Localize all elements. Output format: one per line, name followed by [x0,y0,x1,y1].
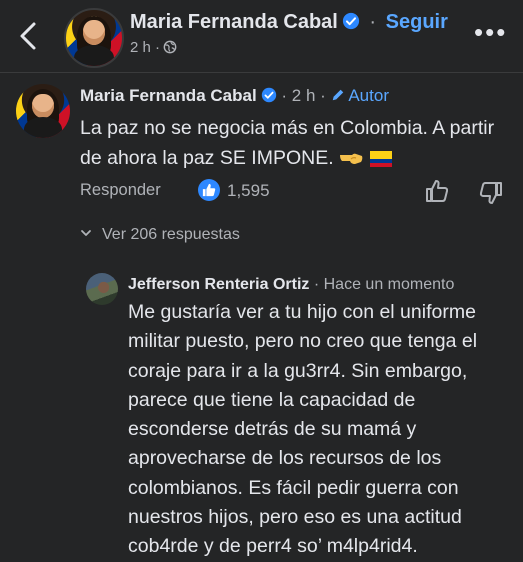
view-replies-button[interactable]: Ver 206 respuestas [80,226,240,244]
reply-button[interactable]: Responder [80,181,161,200]
back-button[interactable] [14,18,44,54]
thumbs-down-button[interactable] [478,180,504,206]
post-timestamp: 2 h · [130,39,177,56]
more-options-button[interactable]: ••• [474,19,507,45]
reply-header: Jefferson Renteria Ortiz · Hace un momen… [128,276,454,294]
header-title: Maria Fernanda Cabal · Seguir [130,11,448,34]
reply-text: Me gustaría ver a tu hijo con el uniform… [128,301,478,558]
reply-author-name[interactable]: Jefferson Renteria Ortiz [128,276,309,293]
colombia-flag-emoji [370,151,393,167]
post-time: 2 h · [130,39,161,56]
reply-time: · Hace un momento [313,276,455,293]
view-replies-label: Ver 206 respuestas [102,226,240,243]
follow-button[interactable]: Seguir [386,11,448,33]
author-badge: Autor [331,86,389,105]
globe-icon [163,40,177,54]
comment-avatar[interactable] [16,84,70,138]
separator: · [369,11,377,33]
pointing-hand-emoji [340,153,363,164]
author-avatar[interactable] [64,8,124,68]
chevron-down-icon [81,230,91,236]
thumbs-up-button[interactable] [424,178,450,204]
comment-author-name[interactable]: Maria Fernanda Cabal [80,86,257,105]
like-icon [202,183,216,197]
verified-badge-icon [342,12,359,30]
author-name[interactable]: Maria Fernanda Cabal [130,11,338,33]
comment-body: La paz no se negocia más en Colombia. A … [80,117,495,169]
verified-badge-icon [261,87,276,103]
pencil-icon [332,89,343,101]
like-reaction-badge[interactable] [198,179,220,201]
reaction-count[interactable]: 1,595 [227,181,270,201]
comment-header: Maria Fernanda Cabal · 2 h · Autor [80,86,389,106]
reply-avatar[interactable] [86,273,118,305]
thumbs-up-icon [426,180,449,202]
emoji-group [339,146,393,176]
author-badge-label: Autor [348,86,389,105]
thumbs-down-icon [479,182,502,204]
divider [0,72,523,73]
comment-text: La paz no se negocia más en Colombia. A … [80,113,500,176]
comment-time: · 2 h · [281,86,326,105]
chevron-left-icon [20,22,36,50]
